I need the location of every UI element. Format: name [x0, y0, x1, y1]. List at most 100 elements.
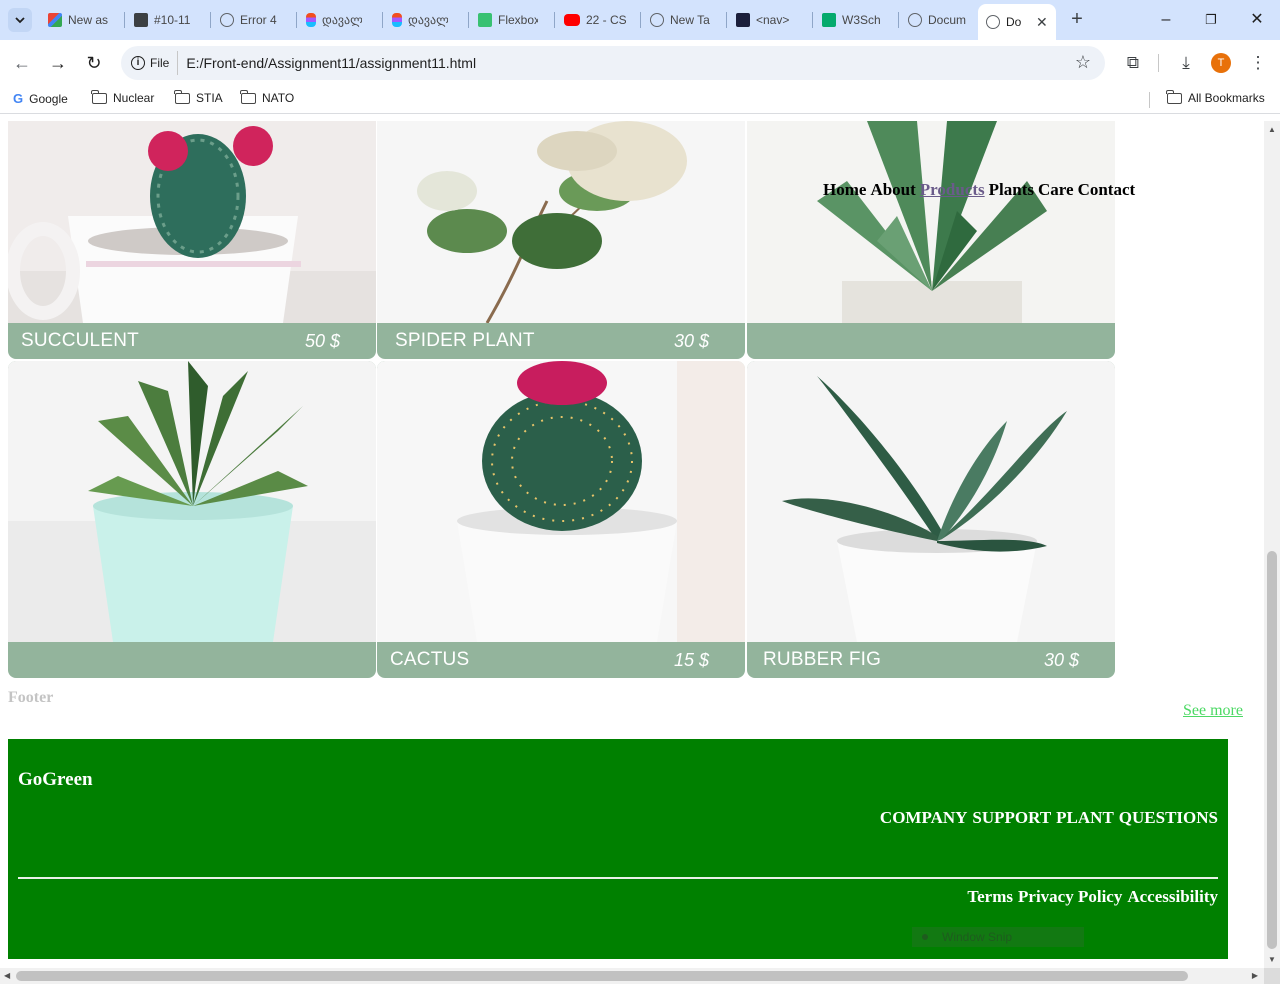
product-card[interactable]: SUCCULENT 50 $ [8, 121, 376, 359]
minimize-button[interactable]: – [1154, 8, 1178, 32]
extensions-icon[interactable]: ⧉ [1121, 51, 1145, 75]
bookmark-label: Nuclear [113, 91, 155, 105]
site-info-chip[interactable]: i File [129, 51, 179, 75]
tab-separator [468, 12, 469, 28]
product-bar: SUCCULENT 50 $ [8, 323, 376, 359]
vertical-scroll-thumb[interactable] [1267, 551, 1277, 949]
close-window-button[interactable]: ✕ [1245, 8, 1269, 32]
site-footer: GoGreen COMPANY SUPPORT PLANT QUESTIONS … [8, 739, 1228, 959]
product-card[interactable]: CACTUS 15 $ [377, 361, 745, 678]
scrollbar-corner [1264, 968, 1280, 984]
tab-label: დავალ [408, 13, 448, 27]
tab-figma-2[interactable]: დავალ [384, 6, 466, 34]
product-name: RUBBER FIG [763, 649, 882, 670]
product-name: SUCCULENT [21, 330, 139, 351]
footer-link-questions[interactable]: QUESTIONS [1119, 808, 1218, 828]
product-card[interactable]: SPIDER PLANT 30 $ [377, 121, 745, 359]
vertical-scrollbar[interactable]: ▲ ▼ [1264, 121, 1280, 968]
figma-icon [306, 13, 316, 27]
tab-error[interactable]: Error 4 [212, 6, 294, 34]
bookmark-label: Google [29, 91, 68, 106]
bookmark-label: NATO [262, 91, 295, 105]
scroll-left-arrow-icon[interactable]: ◀ [4, 971, 10, 980]
globe-icon [220, 13, 234, 27]
tab-youtube[interactable]: 22 - CS [556, 6, 638, 34]
info-icon: i [131, 56, 145, 70]
tab-active[interactable]: Do ✕ [978, 4, 1056, 40]
tab-flexbox[interactable]: Flexbox [470, 6, 552, 34]
bookmark-star-icon[interactable]: ☆ [1075, 52, 1091, 73]
tab-w3schools[interactable]: W3Sch [814, 6, 896, 34]
tab-new-tab[interactable]: New Ta [642, 6, 724, 34]
globe-icon [986, 15, 1000, 29]
tab-figma-1[interactable]: დავალ [298, 6, 380, 34]
restore-button[interactable]: ❐ [1199, 8, 1223, 32]
forward-button[interactable]: → [46, 51, 70, 75]
chevron-down-icon [15, 17, 25, 24]
product-price: 15 $ [673, 649, 709, 670]
tab-gmail[interactable]: New as [40, 6, 122, 34]
scroll-up-arrow-icon[interactable]: ▲ [1268, 125, 1276, 134]
tab-separator [210, 12, 211, 28]
tab-label: Do [1006, 15, 1022, 29]
tab-label: Error 4 [240, 13, 277, 27]
tab-label: #10-11 [154, 13, 191, 27]
bookmark-stia[interactable]: STIA [174, 89, 223, 105]
url-text[interactable]: E:/Front-end/Assignment11/assignment11.h… [186, 55, 476, 71]
address-bar[interactable]: i File E:/Front-end/Assignment11/assignm… [121, 46, 1105, 80]
scroll-right-arrow-icon[interactable]: ▶ [1252, 971, 1258, 980]
nav-link-care[interactable]: Care [1038, 180, 1074, 200]
back-button[interactable]: ← [10, 51, 34, 75]
product-card[interactable] [8, 361, 376, 678]
horizontal-scroll-thumb[interactable] [16, 971, 1188, 981]
menu-kebab-icon[interactable]: ⋮ [1246, 51, 1270, 75]
footer-links: COMPANY SUPPORT PLANT QUESTIONS [880, 808, 1218, 828]
nav-link-about[interactable]: About [870, 180, 915, 200]
tab-search-button[interactable] [8, 8, 32, 32]
legal-link-accessibility[interactable]: Accessibility [1127, 887, 1218, 907]
nav-link-home[interactable]: Home [823, 180, 866, 200]
tab-separator [124, 12, 125, 28]
all-bookmarks-button[interactable]: All Bookmarks [1166, 89, 1265, 105]
bookmark-label: STIA [196, 91, 223, 105]
product-bar [8, 642, 376, 678]
legal-link-privacy[interactable]: Privacy Policy [1018, 887, 1122, 907]
nav-link-products[interactable]: Products [920, 180, 985, 200]
nav-link-contact[interactable]: Contact [1078, 180, 1136, 200]
profile-avatar[interactable]: T [1211, 53, 1231, 73]
bookmark-nuclear[interactable]: Nuclear [91, 89, 155, 105]
product-bar: CACTUS 15 $ [377, 642, 745, 678]
footer-link-support[interactable]: SUPPORT [972, 808, 1051, 828]
bookmark-nato[interactable]: NATO [240, 89, 295, 105]
folder-icon [240, 89, 256, 104]
nav-icon [736, 13, 750, 27]
tab-label: <nav> [756, 13, 790, 27]
scroll-down-arrow-icon[interactable]: ▼ [1268, 955, 1276, 964]
footer-link-company[interactable]: COMPANY [880, 808, 968, 828]
cactus-image [377, 361, 745, 642]
product-card[interactable] [747, 121, 1115, 359]
tab-document[interactable]: Docum [900, 6, 978, 34]
download-icon[interactable]: ⤓ [1174, 51, 1198, 75]
globe-icon [650, 13, 664, 27]
tab-nav[interactable]: <nav> [728, 6, 810, 34]
tab-separator [640, 12, 641, 28]
reload-button[interactable]: ↻ [82, 51, 106, 75]
succulent-image [8, 121, 376, 323]
legal-link-terms[interactable]: Terms [967, 887, 1013, 907]
new-tab-button[interactable]: + [1066, 9, 1088, 31]
browser-toolbar: ← → ↻ i File E:/Front-end/Assignment11/a… [0, 40, 1280, 86]
tab-contact[interactable]: #10-11 [126, 6, 208, 34]
nav-link-plants[interactable]: Plants [989, 180, 1034, 200]
tab-label: Flexbox [498, 13, 538, 27]
see-more-link[interactable]: See more [1183, 702, 1243, 720]
folder-icon [174, 89, 190, 104]
folder-icon [91, 89, 107, 104]
footer-link-plant[interactable]: PLANT [1056, 808, 1114, 828]
horizontal-scrollbar[interactable]: ◀ ▶ [0, 968, 1264, 984]
site-info-label: File [150, 56, 170, 70]
window-snip-overlay: Window Snip [912, 927, 1084, 947]
close-tab-icon[interactable]: ✕ [1036, 14, 1048, 31]
product-card[interactable]: RUBBER FIG 30 $ [747, 361, 1115, 678]
bookmark-google[interactable]: G Google [13, 91, 68, 106]
